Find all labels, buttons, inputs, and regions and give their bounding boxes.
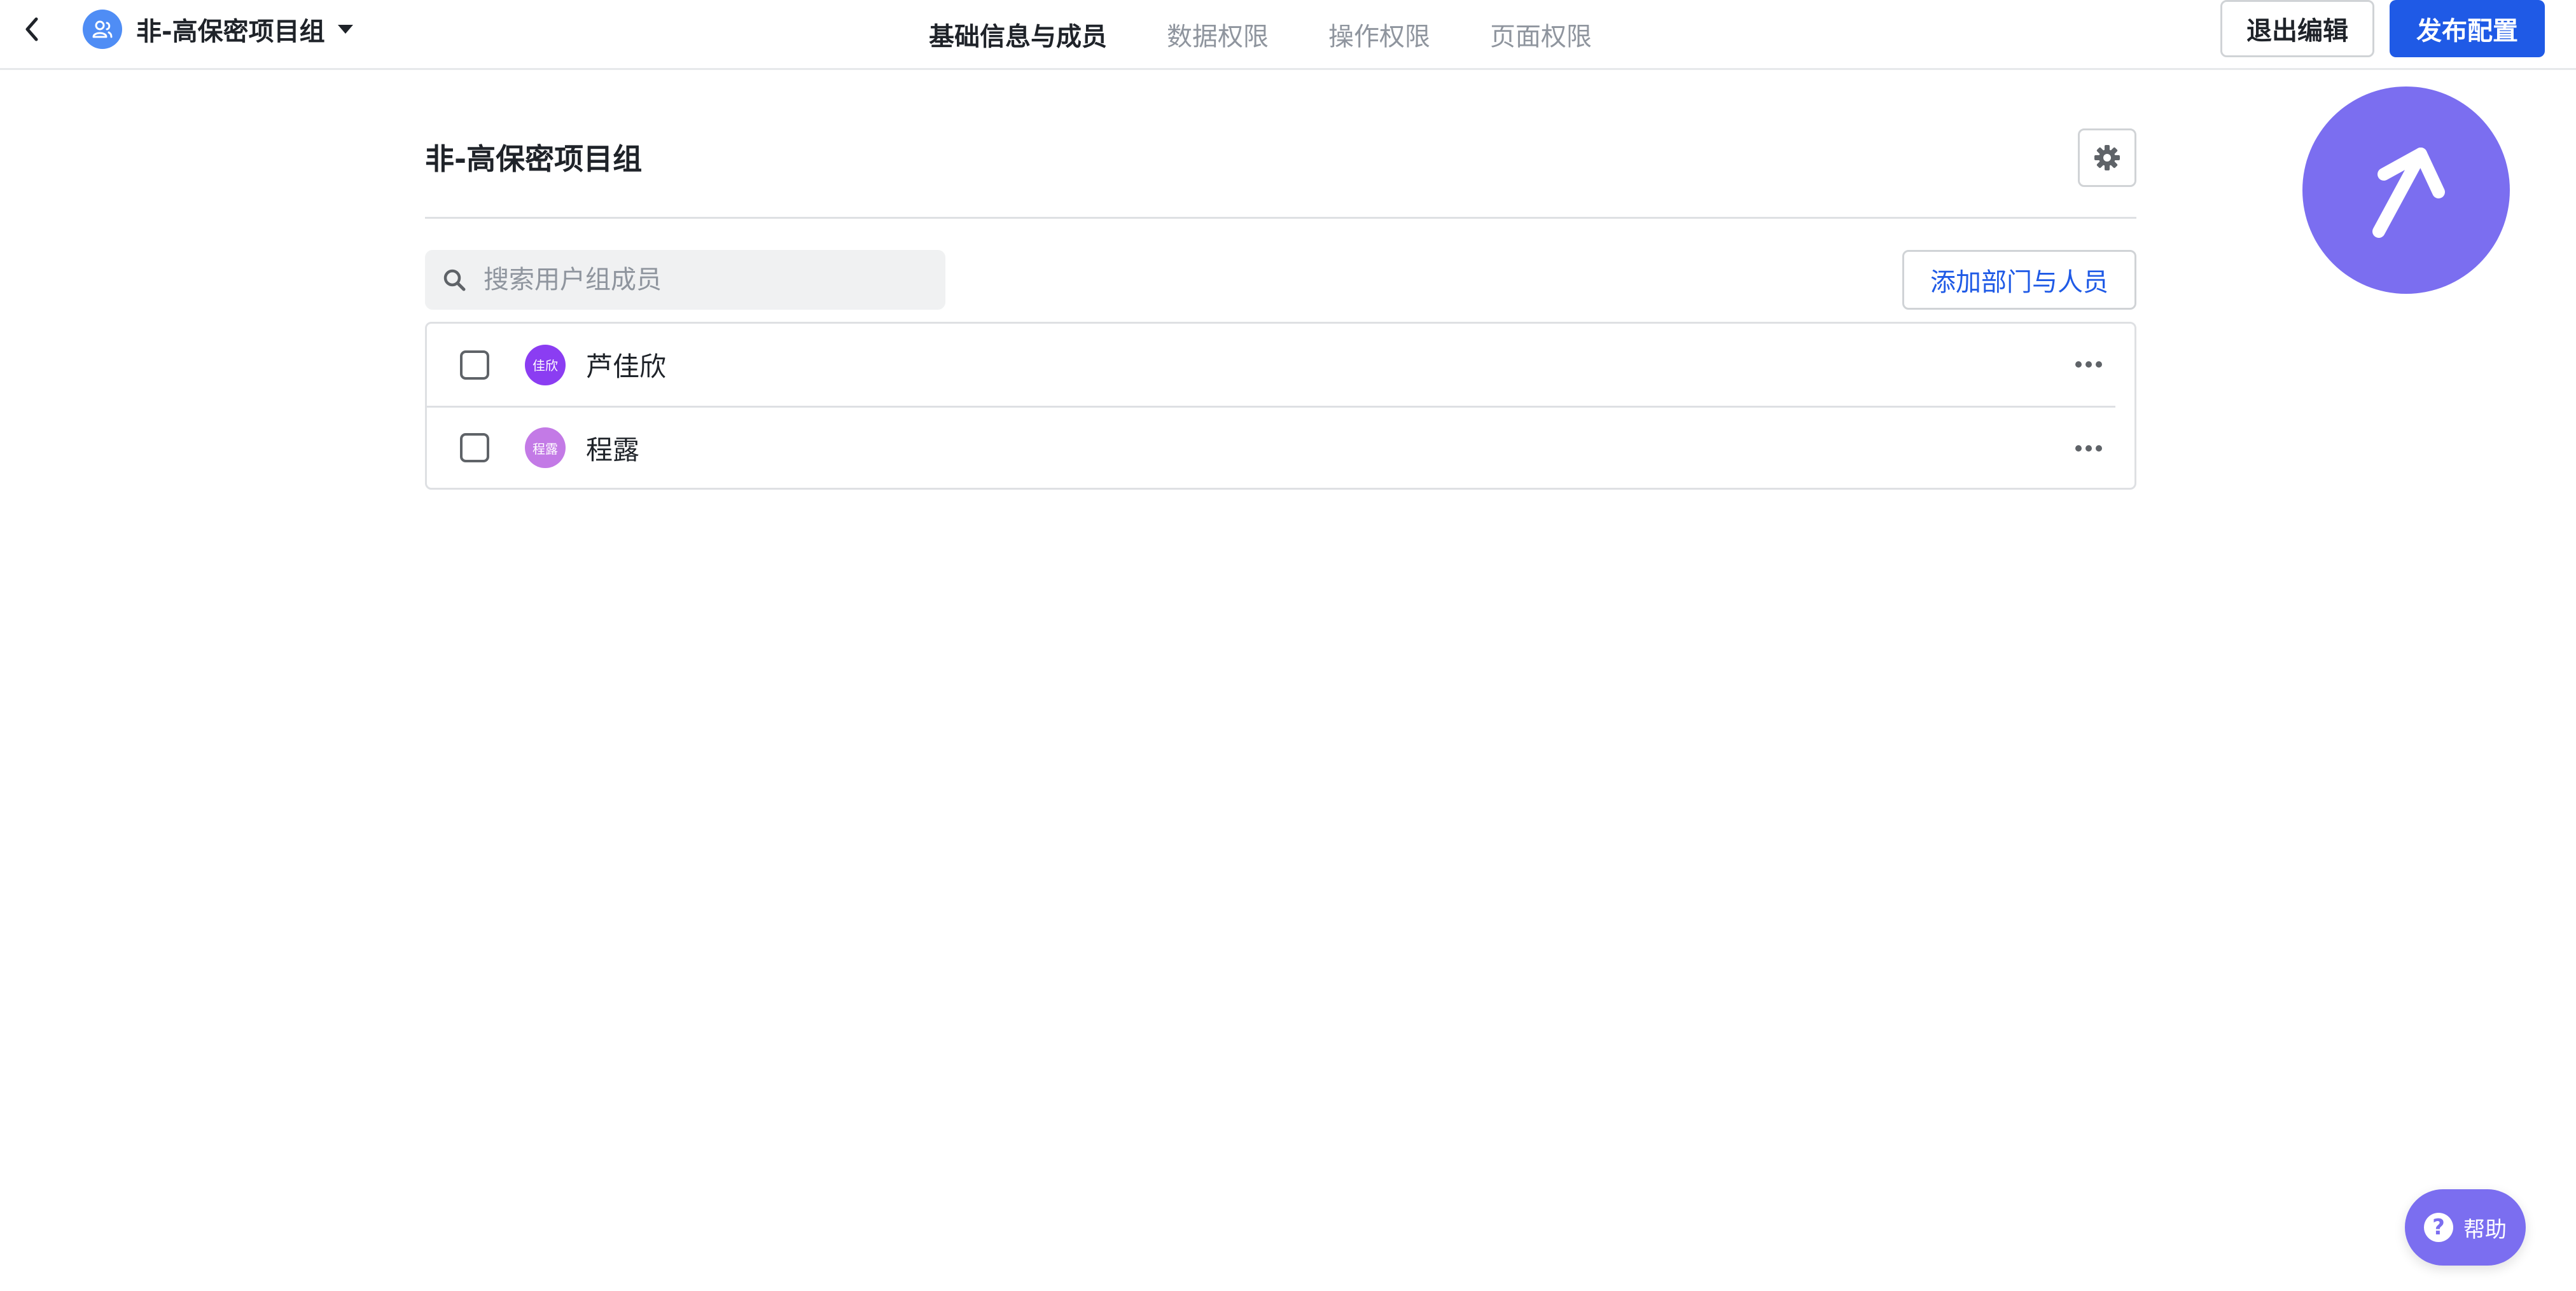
group-avatar — [83, 10, 122, 49]
tab-page-permission[interactable]: 页面权限 — [1490, 16, 1592, 53]
main-content: 非-高保密项目组 搜索用户组成员 添加部门与人员 佳欣 芦佳欣 程露 程露 — [425, 70, 2136, 490]
more-options-icon[interactable] — [2070, 350, 2108, 378]
exit-edit-button[interactable]: 退出编辑 — [2220, 0, 2374, 57]
group-name: 非-高保密项目组 — [136, 17, 325, 46]
tab-bar: 基础信息与成员 数据权限 操作权限 页面权限 — [929, 0, 1652, 68]
title-row: 非-高保密项目组 — [425, 70, 2136, 219]
member-checkbox[interactable] — [460, 350, 489, 380]
avatar: 佳欣 — [525, 344, 566, 385]
tab-basic-info-members[interactable]: 基础信息与成员 — [929, 16, 1107, 53]
member-name: 芦佳欣 — [586, 351, 667, 382]
member-name: 程露 — [586, 434, 640, 466]
tab-data-permission[interactable]: 数据权限 — [1167, 16, 1269, 53]
help-button[interactable]: ? 帮助 — [2405, 1189, 2526, 1266]
list-item[interactable]: 佳欣 芦佳欣 — [427, 324, 2115, 406]
back-button[interactable] — [17, 14, 47, 45]
member-checkbox[interactable] — [460, 433, 489, 462]
add-department-and-members-button[interactable]: 添加部门与人员 — [1902, 250, 2136, 310]
search-input[interactable] — [484, 250, 929, 310]
search-box[interactable] — [425, 250, 945, 310]
search-icon — [425, 250, 484, 310]
page-title: 非-高保密项目组 — [425, 142, 643, 176]
member-list: 佳欣 芦佳欣 程露 程露 — [425, 322, 2136, 490]
settings-button[interactable] — [2078, 128, 2136, 187]
gear-icon — [2094, 145, 2120, 170]
top-bar: 非-高保密项目组 基础信息与成员 数据权限 操作权限 页面权限 退出编辑 发布配… — [0, 0, 2576, 70]
more-options-icon[interactable] — [2070, 434, 2108, 462]
arrow-up-right-icon — [2372, 148, 2445, 238]
tab-operation-permission[interactable]: 操作权限 — [1328, 16, 1430, 53]
list-item[interactable]: 程露 程露 — [427, 406, 2115, 488]
group-switcher[interactable]: 非-高保密项目组 — [83, 9, 353, 50]
avatar: 程露 — [525, 427, 566, 468]
caret-down-icon — [337, 25, 353, 34]
floating-action-button[interactable] — [2302, 86, 2510, 294]
help-label: 帮助 — [2463, 1217, 2507, 1243]
publish-config-button[interactable]: 发布配置 — [2390, 0, 2545, 57]
question-icon: ? — [2424, 1213, 2453, 1242]
toolbar-row: 添加部门与人员 — [425, 219, 2136, 322]
user-group-icon — [92, 20, 113, 38]
chevron-left-icon — [25, 17, 38, 41]
